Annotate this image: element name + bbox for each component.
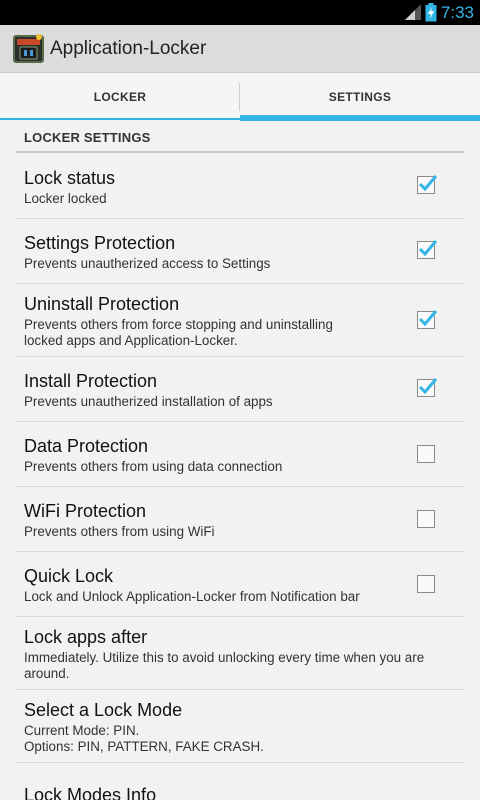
pref-lock-status[interactable]: Lock status Locker locked (16, 153, 464, 219)
pref-select-lock-mode[interactable]: Select a Lock Mode Current Mode: PIN. Op… (16, 690, 464, 763)
pref-lock-apps-after[interactable]: Lock apps after Immediately. Utilize thi… (16, 617, 464, 690)
pref-title: Uninstall Protection (24, 294, 180, 314)
locker-app-icon[interactable] (12, 32, 45, 65)
pref-wifi-protection[interactable]: WiFi Protection Prevents others from usi… (16, 487, 464, 552)
install-protection-checkbox[interactable] (417, 378, 438, 397)
pref-title: Install Protection (24, 371, 158, 391)
pref-data-protection[interactable]: Data Protection Prevents others from usi… (16, 422, 464, 487)
pref-summary-current-mode: Current Mode: PIN. (24, 723, 140, 738)
check-icon (418, 310, 438, 327)
pref-summary: Immediately. Utilize this to avoid unloc… (24, 650, 425, 681)
battery-charging-icon (425, 3, 437, 22)
uninstall-protection-checkbox[interactable] (417, 310, 438, 329)
wifi-protection-checkbox[interactable] (417, 510, 435, 528)
pref-summary: Prevents others from using WiFi (24, 524, 215, 539)
pref-title: Settings Protection (24, 233, 176, 253)
pref-title: Lock status (24, 168, 116, 188)
pref-summary: Locker locked (24, 191, 107, 206)
pref-title: Quick Lock (24, 566, 114, 586)
settings-protection-checkbox[interactable] (417, 240, 438, 259)
pref-summary: Prevents unautherized installation of ap… (24, 394, 273, 409)
check-icon (418, 240, 438, 257)
clock: 7:33 (440, 3, 474, 22)
pref-title: Lock apps after (24, 627, 148, 647)
check-icon (418, 378, 438, 395)
pref-summary: Prevents unautherized access to Settings (24, 256, 271, 271)
data-protection-checkbox[interactable] (417, 445, 435, 463)
app-title: Application-Locker (50, 38, 207, 59)
pref-title: Lock Modes Info (24, 785, 157, 800)
pref-lock-modes-info[interactable]: Lock Modes Info (16, 763, 464, 800)
pref-summary: Prevents others from force stopping and … (24, 317, 333, 348)
pref-quick-lock[interactable]: Quick Lock Lock and Unlock Application-L… (16, 552, 464, 617)
lock-status-checkbox[interactable] (417, 175, 438, 194)
pref-summary-options: Options: PIN, PATTERN, FAKE CRASH. (24, 739, 264, 754)
pref-title: Data Protection (24, 436, 149, 456)
pref-summary: Lock and Unlock Application-Locker from … (24, 589, 360, 604)
tab-locker[interactable]: LOCKER (0, 73, 240, 122)
quick-lock-checkbox[interactable] (417, 575, 435, 593)
status-bar: 7:33 (0, 0, 480, 25)
pref-summary: Prevents others from using data connecti… (24, 459, 283, 474)
action-bar: Application-Locker (0, 25, 480, 73)
pref-title: WiFi Protection (24, 501, 147, 521)
signal-icon (405, 4, 421, 20)
check-icon (418, 175, 438, 192)
pref-uninstall-protection[interactable]: Uninstall Protection Prevents others fro… (16, 284, 464, 357)
category-header: LOCKER SETTINGS (24, 130, 151, 145)
pref-settings-protection[interactable]: Settings Protection Prevents unautherize… (16, 219, 464, 284)
pref-install-protection[interactable]: Install Protection Prevents unautherized… (16, 357, 464, 422)
pref-title: Select a Lock Mode (24, 700, 183, 720)
